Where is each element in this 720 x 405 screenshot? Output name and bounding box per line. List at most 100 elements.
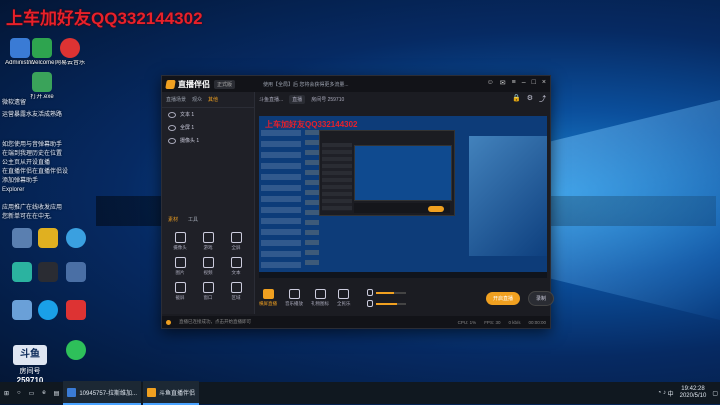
record-button[interactable]: 录制 xyxy=(527,290,554,306)
notification-icon[interactable]: ▢ xyxy=(712,390,718,397)
eye-icon[interactable] xyxy=(168,124,176,131)
scene-item[interactable]: 摄像头 1 xyxy=(162,134,254,147)
top-notice[interactable]: 使用【全局】后 您将会获得更多流量... xyxy=(263,81,349,88)
header-actions: 🔒 ⚙ ⤴ xyxy=(512,94,546,104)
music-icon xyxy=(288,289,300,299)
search-button[interactable]: ○ xyxy=(13,382,25,404)
preview-desktop-icons xyxy=(261,130,301,270)
taskbar-app-companion[interactable]: 斗鱼直播伴侣 xyxy=(143,381,200,405)
taskbar-app-browser[interactable]: 10945757-拉斯维加... xyxy=(63,381,142,405)
nested-preview xyxy=(354,145,452,201)
scene-tabs: 直播场景 观众 其他 xyxy=(162,92,254,108)
source-tabs: 素材 工具 xyxy=(162,216,204,223)
live-pill[interactable]: 直播 xyxy=(289,94,306,104)
bitrate-readout: 0 kb/s xyxy=(508,319,521,325)
taskbar-folder[interactable]: ▤ xyxy=(50,382,64,404)
avatar-icon[interactable]: ☺ xyxy=(487,79,494,87)
video-icon xyxy=(202,257,214,268)
menu-icon[interactable]: ≡ xyxy=(512,79,516,87)
clock-time: 19:42:28 xyxy=(681,386,705,392)
footer-landscape[interactable]: 横屏直播 xyxy=(259,289,277,307)
start-button[interactable]: ⊞ xyxy=(0,382,13,404)
desktop-text-7: 添加弹幕助手 xyxy=(2,178,39,184)
tab-scene[interactable]: 直播场景 xyxy=(166,96,186,103)
tab-audience[interactable]: 观众 xyxy=(192,96,202,103)
clock[interactable]: 19:42:28 2020/5/10 xyxy=(680,386,707,400)
speaker-slider[interactable] xyxy=(375,302,406,305)
image-icon xyxy=(174,257,186,268)
desktop-text-9: 应用推广在线收发应用 xyxy=(2,205,63,211)
tool-video[interactable]: 视频 xyxy=(194,257,222,276)
mic-slider[interactable] xyxy=(375,291,406,294)
eye-icon[interactable] xyxy=(168,137,176,144)
main-footer: 横屏直播 音乐播放 礼物图标 全民乐 开启直播 录制 xyxy=(255,282,558,314)
start-live-button[interactable]: 开启直播 xyxy=(485,291,520,305)
scene-item[interactable]: 全屏 1 xyxy=(162,121,254,134)
browser-icon: e xyxy=(42,390,46,396)
desktop-icon-netease[interactable]: 网易云音乐 xyxy=(52,38,88,67)
speaker-icon[interactable] xyxy=(366,300,373,307)
window-icon xyxy=(202,282,214,293)
streamer-name: 斗鱼直播... xyxy=(259,96,284,103)
status-bar: 直播已连接成功，点击开始直播即可 CPU: 1% FPS: 30 0 kb/s … xyxy=(162,316,550,328)
fps-readout: FPS: 30 xyxy=(484,319,501,325)
footer-music[interactable]: 音乐播放 xyxy=(285,289,303,307)
qq-icon xyxy=(38,300,58,320)
app-icon xyxy=(67,387,77,397)
desktop-icon-row2-c[interactable] xyxy=(58,262,94,284)
tool-game[interactable]: 游戏 xyxy=(194,232,222,251)
notice-icon xyxy=(166,319,171,325)
network-icon[interactable]: ◔ xyxy=(658,390,662,396)
tool-text[interactable]: 文本 xyxy=(222,257,250,276)
tool-region[interactable]: 区域 xyxy=(222,282,250,301)
close-icon[interactable]: × xyxy=(542,79,546,87)
maximize-icon[interactable]: □ xyxy=(532,79,536,87)
mic-icon[interactable] xyxy=(366,289,373,296)
version-badge[interactable]: 正式版 xyxy=(214,79,236,89)
footer-gift[interactable]: 礼物图标 xyxy=(311,289,329,307)
scene-panel: 直播场景 观众 其他 文本 1 全屏 1 摄像头 1 素材 工具 摄像头 游戏 … xyxy=(162,92,255,314)
logo-icon xyxy=(165,79,176,89)
watermark-text: 上车加好友QQ332144302 xyxy=(6,9,203,28)
taskbar: ⊞ ○ ▭ e ▤ 10945757-拉斯维加... 斗鱼直播伴侣 ◔ ♪ 中 … xyxy=(0,381,720,405)
stream-preview[interactable]: 上车加好友QQ332144302 xyxy=(259,116,547,278)
app-icon xyxy=(66,300,86,320)
tool-image[interactable]: 图片 xyxy=(166,257,194,276)
lock-icon[interactable]: 🔒 xyxy=(512,94,521,104)
desktop-icon-open-exe[interactable]: 打开.exe xyxy=(24,72,60,101)
task-view-icon: ▭ xyxy=(28,390,35,397)
monitor-icon xyxy=(230,232,242,243)
desktop-icon-wechat[interactable] xyxy=(58,340,94,362)
desktop-text-2: 运营暴露水友活成熟路 xyxy=(2,112,63,118)
tool-camera[interactable]: 摄像头 xyxy=(166,232,194,251)
windows-icon: ⊞ xyxy=(4,390,10,397)
settings-icon[interactable]: ⚙ xyxy=(527,94,533,104)
tab-tools[interactable]: 工具 xyxy=(188,216,198,223)
eye-icon[interactable] xyxy=(168,111,176,118)
wechat-icon xyxy=(66,340,86,360)
tab-other[interactable]: 其他 xyxy=(208,96,218,103)
footer-fun[interactable]: 全民乐 xyxy=(337,289,351,307)
desktop-text-1: 微软遗留 xyxy=(2,100,27,106)
tool-fullscreen[interactable]: 全屏 xyxy=(222,232,250,251)
volume-icon[interactable]: ♪ xyxy=(663,390,666,396)
share-icon[interactable]: ⤴ xyxy=(539,94,546,104)
task-view-button[interactable]: ▭ xyxy=(25,382,39,404)
preview-watermark: 上车加好友QQ332144302 xyxy=(265,120,358,129)
status-metrics: CPU: 1% FPS: 30 0 kb/s 00:00:00 xyxy=(458,320,546,325)
mail-icon[interactable]: ✉ xyxy=(500,79,506,87)
tool-screenshot[interactable]: 截屏 xyxy=(166,282,194,301)
app-icon xyxy=(12,300,32,320)
desktop-icon-row1-c[interactable] xyxy=(58,228,94,250)
ime-icon[interactable]: 中 xyxy=(668,389,674,398)
minimize-icon[interactable]: – xyxy=(522,79,526,87)
mic-row xyxy=(366,289,406,296)
tab-material[interactable]: 素材 xyxy=(168,216,178,223)
app-icon xyxy=(12,228,32,248)
scene-item[interactable]: 文本 1 xyxy=(162,108,254,121)
room-badge: 斗鱼 房间号 259710 xyxy=(6,345,54,385)
source-grid: 摄像头 游戏 全屏 图片 视频 文本 截屏 窗口 区域 xyxy=(166,232,250,301)
desktop-icon-row3-c[interactable] xyxy=(58,300,94,322)
tool-window[interactable]: 窗口 xyxy=(194,282,222,301)
taskbar-ie[interactable]: e xyxy=(38,382,49,404)
